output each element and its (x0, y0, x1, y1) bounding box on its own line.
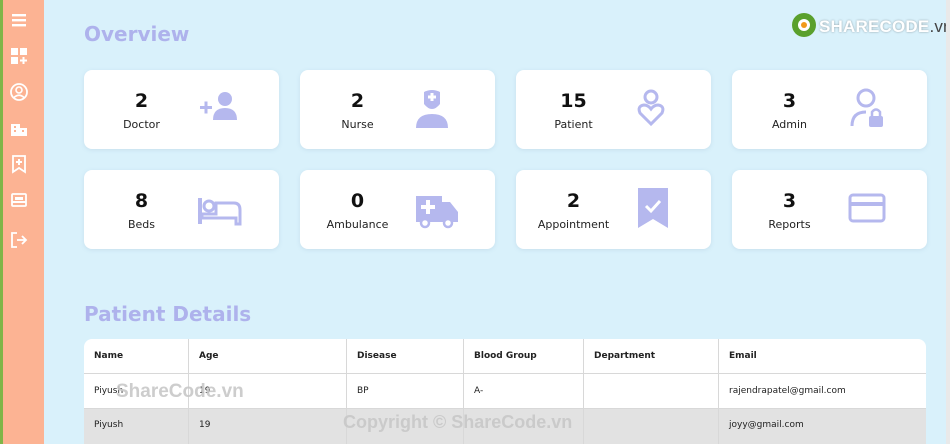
card-value: 15 (560, 90, 587, 112)
card-label: Ambulance (326, 218, 389, 231)
card-nurse[interactable]: 2 Nurse (300, 70, 495, 149)
hospital-building-icon[interactable] (9, 118, 29, 138)
cell-email: joyy@gmail.com (729, 420, 804, 430)
column-header-email[interactable]: Email (729, 351, 757, 361)
user-circle-icon[interactable] (9, 82, 29, 102)
sharecode-logo: SHARECODE.vn (790, 11, 950, 43)
column-header-blood-group[interactable]: Blood Group (474, 351, 537, 361)
card-label: Doctor (123, 118, 160, 131)
cell-email: rajendrapatel@gmail.com (729, 386, 846, 396)
column-divider (583, 339, 584, 444)
sidebar (3, 0, 44, 444)
nurse-icon (416, 90, 448, 128)
column-header-age[interactable]: Age (199, 351, 219, 361)
cell-disease: BP (357, 386, 369, 396)
logo-text: SHARECODE.vn (819, 17, 950, 37)
card-value: 2 (134, 90, 149, 112)
row-divider (84, 408, 926, 409)
column-header-disease[interactable]: Disease (357, 351, 397, 361)
bed-icon (198, 198, 242, 226)
patient-details-title: Patient Details (84, 302, 252, 326)
card-value: 8 (134, 190, 149, 212)
card-admin[interactable]: 3 Admin (732, 70, 927, 149)
admin-lock-icon (850, 88, 883, 127)
watermark-primary: ShareCode.vn (116, 381, 244, 402)
card-value: 3 (782, 190, 797, 212)
card-value: 3 (782, 90, 797, 112)
cell-age: 19 (199, 420, 211, 430)
header-divider (84, 373, 926, 374)
card-appointment[interactable]: 2 Appointment (516, 170, 711, 249)
logo-icon (792, 13, 816, 37)
card-patient[interactable]: 15 Patient (516, 70, 711, 149)
card-label: Admin (771, 118, 808, 131)
bed-icon[interactable] (9, 190, 29, 210)
menu-icon[interactable] (9, 10, 29, 30)
ambulance-icon (416, 196, 458, 229)
column-header-department[interactable]: Department (594, 351, 655, 361)
bookmark-check-icon (638, 188, 668, 228)
card-icon (848, 193, 886, 223)
watermark-copyright: Copyright © ShareCode.vn (343, 412, 573, 432)
dashboard-add-icon[interactable] (9, 46, 29, 66)
add-user-icon (200, 92, 237, 120)
logo-brand: SHARECODE (819, 17, 930, 36)
card-value: 2 (350, 90, 365, 112)
card-label: Appointment (537, 218, 610, 231)
patient-heart-icon (637, 89, 665, 127)
column-divider (718, 339, 719, 444)
cell-name: Piyush (94, 420, 124, 430)
card-label: Patient (554, 118, 593, 131)
column-header-name[interactable]: Name (94, 351, 123, 361)
card-label: Nurse (341, 118, 374, 131)
bookmark-add-icon[interactable] (9, 154, 29, 174)
card-beds[interactable]: 8 Beds (84, 170, 279, 249)
cell-blood-group: A- (474, 386, 484, 396)
scrollbar[interactable] (946, 0, 950, 444)
overview-title: Overview (84, 22, 190, 46)
card-value: 2 (566, 190, 581, 212)
card-value: 0 (350, 190, 365, 212)
card-label: Reports (768, 218, 811, 231)
card-ambulance[interactable]: 0 Ambulance (300, 170, 495, 249)
logout-icon[interactable] (9, 230, 29, 250)
card-doctor[interactable]: 2 Doctor (84, 70, 279, 149)
card-reports[interactable]: 3 Reports (732, 170, 927, 249)
card-label: Beds (127, 218, 156, 231)
